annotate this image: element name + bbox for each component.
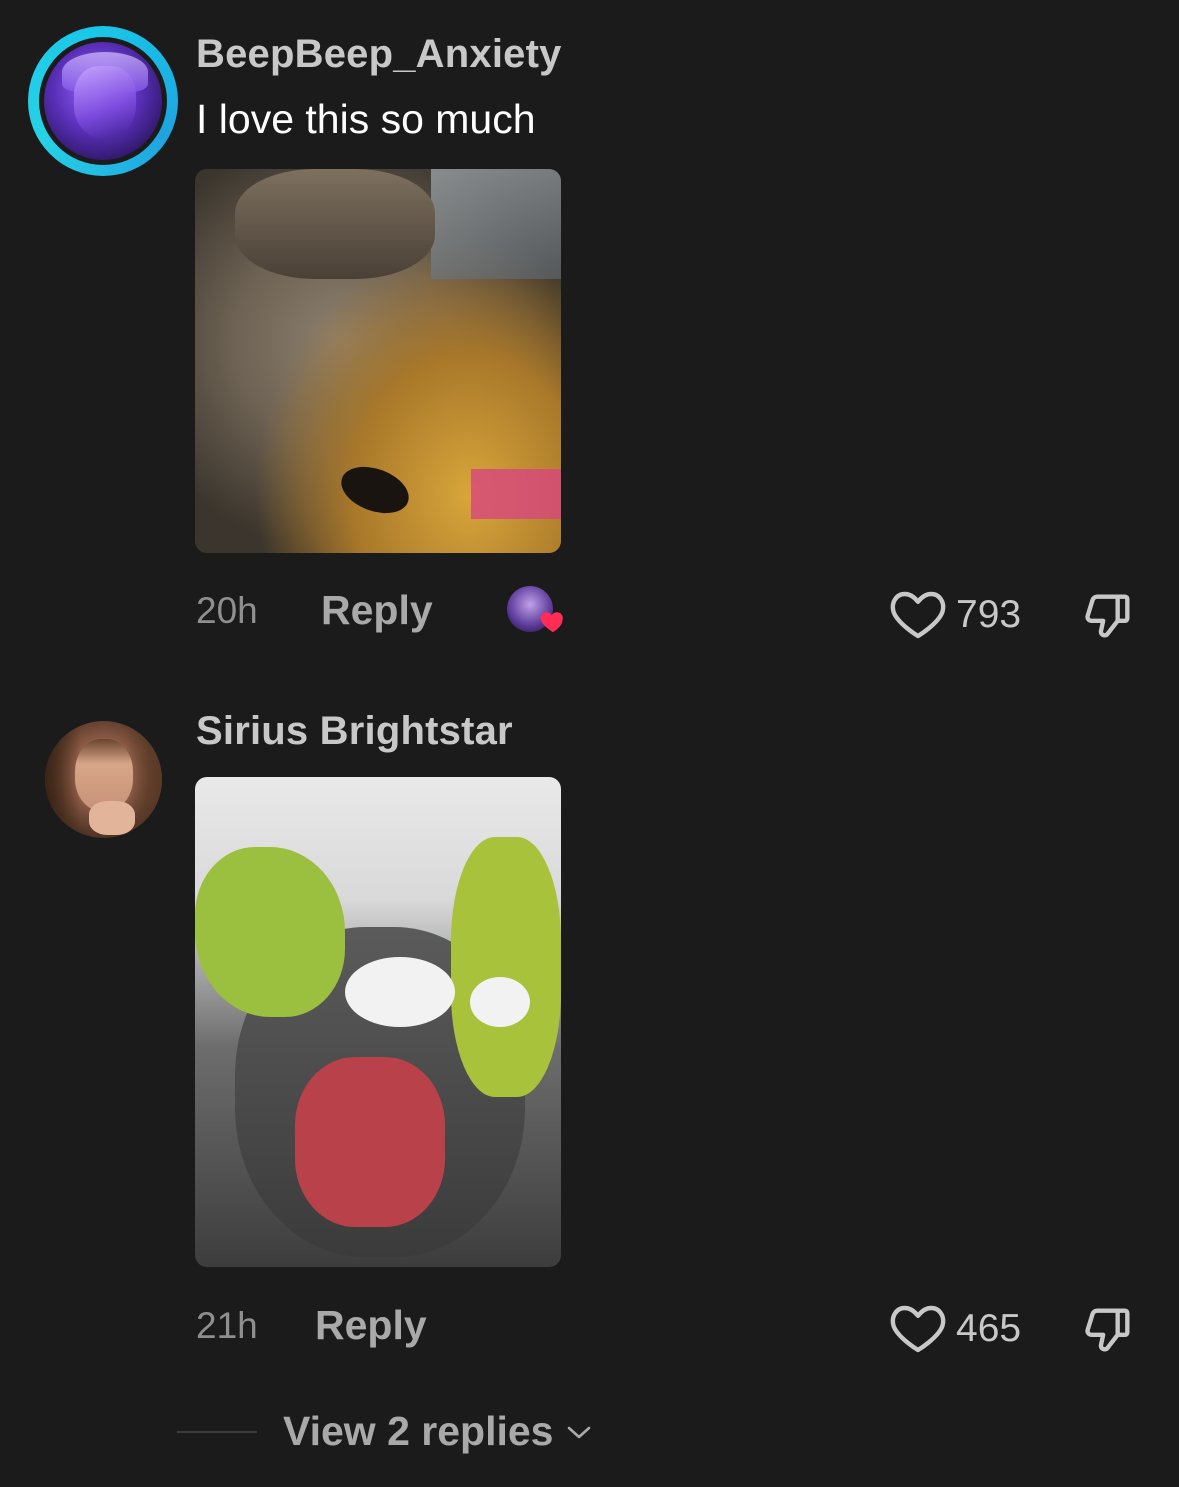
reply-button[interactable]: Reply [321, 587, 433, 634]
reply-button[interactable]: Reply [315, 1302, 427, 1349]
comment-time: 20h [196, 590, 258, 631]
like-count: 793 [956, 593, 1022, 636]
comment-username[interactable]: BeepBeep_Anxiety [196, 32, 562, 77]
comment-time: 21h [196, 1305, 258, 1346]
comment-image[interactable] [195, 777, 561, 1267]
comment-text: I love this so much [196, 96, 536, 142]
comment-username[interactable]: Sirius Brightstar [196, 709, 513, 754]
like-button[interactable]: 465 [890, 1304, 1021, 1354]
view-replies-label: View 2 replies [283, 1408, 554, 1454]
avatar-image [44, 42, 162, 160]
divider [177, 1431, 257, 1433]
like-count: 465 [956, 1307, 1022, 1350]
heart-outline-icon [890, 591, 946, 639]
avatar[interactable] [45, 721, 162, 838]
heart-outline-icon [890, 1305, 946, 1353]
view-replies-button[interactable]: View 2 replies [283, 1408, 593, 1455]
creator-heart-icon [540, 612, 563, 633]
thumbs-down-icon[interactable] [1079, 1301, 1137, 1359]
like-button[interactable]: 793 [890, 590, 1021, 640]
chevron-down-icon [568, 1426, 591, 1438]
thumbs-down-icon[interactable] [1079, 587, 1137, 645]
comment-image[interactable] [195, 169, 561, 553]
avatar[interactable] [28, 26, 178, 176]
